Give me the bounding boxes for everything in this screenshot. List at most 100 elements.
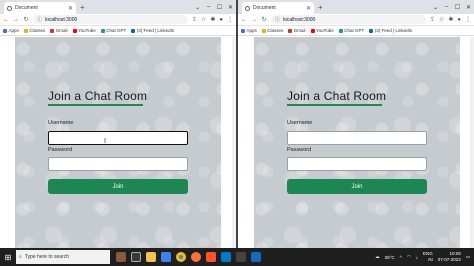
- linkedin-icon: [131, 28, 136, 33]
- extensions-icon[interactable]: ✱: [210, 16, 215, 23]
- new-tab-icon[interactable]: +: [318, 2, 323, 14]
- browser-window-left: Document ✕ + ⌄ – ☐ ✕ ← → ↻ ⓘ localhost:3…: [0, 0, 236, 248]
- apps-icon: [241, 28, 245, 33]
- terminal-icon[interactable]: [236, 252, 246, 262]
- file-explorer-icon[interactable]: [146, 252, 156, 262]
- text-cursor-icon: I: [104, 138, 106, 145]
- tab-strip: Document ✕ + ⌄ – ☐ ✕: [238, 0, 474, 14]
- pinned-apps: [116, 252, 261, 262]
- share-icon[interactable]: ⇪: [430, 16, 435, 23]
- bookmark-label: YouTube: [316, 28, 334, 33]
- bookmarks-bar: Apps Classes Gmail YouTube Chat GPT (3) …: [0, 26, 236, 36]
- region-text: IN: [428, 257, 433, 262]
- mail-icon[interactable]: [251, 252, 261, 262]
- firefox-icon[interactable]: [191, 252, 201, 262]
- bookmark-classes[interactable]: Classes: [23, 28, 46, 33]
- info-icon[interactable]: ⓘ: [275, 16, 280, 23]
- forward-icon[interactable]: →: [251, 17, 257, 23]
- forward-icon[interactable]: →: [13, 17, 19, 23]
- password-input[interactable]: [48, 157, 188, 171]
- username-input[interactable]: [287, 131, 427, 145]
- taskbar-search[interactable]: ⌕ Type here to search: [16, 250, 110, 264]
- address-bar[interactable]: ⓘ localhost:3000: [271, 15, 426, 24]
- chevron-down-icon[interactable]: ⌄: [192, 0, 203, 14]
- youtube-icon: [310, 28, 315, 33]
- chrome-icon[interactable]: [176, 252, 186, 262]
- windows-start-icon[interactable]: ⊞: [0, 248, 16, 266]
- bookmark-youtube[interactable]: YouTube: [72, 28, 96, 33]
- notification-icon[interactable]: ▭: [466, 254, 470, 260]
- window-controls: ⌄ – ☐ ✕: [192, 0, 236, 14]
- bookmark-classes[interactable]: Classes: [261, 28, 283, 33]
- bookmark-apps[interactable]: Apps: [3, 28, 19, 33]
- join-button[interactable]: Join: [287, 179, 427, 194]
- bookmark-apps[interactable]: Apps: [241, 28, 257, 33]
- browser-toolbar: ← → ↻ ⓘ localhost:3000 ⇪ ☆ ✱ ● ⋮: [238, 14, 474, 26]
- bookmark-gmail[interactable]: Gmail: [288, 28, 306, 33]
- browser-tab[interactable]: Document ✕: [4, 2, 76, 14]
- back-icon[interactable]: ←: [3, 17, 9, 23]
- share-icon[interactable]: ⇪: [192, 16, 197, 23]
- close-icon[interactable]: ✕: [463, 0, 474, 14]
- scrollbar[interactable]: [470, 37, 474, 248]
- taskbar: ⊞ ⌕ Type here to search ☁ 26°C ^ ◠ ♪ ENG: [0, 248, 474, 266]
- speaker-icon[interactable]: ♪: [416, 255, 418, 260]
- bookmarks-bar: Apps Classes Gmail YouTube Chat GPT (3) …: [238, 26, 474, 36]
- wifi-icon[interactable]: ◠: [407, 254, 411, 260]
- bookmark-label: Chat GPT: [344, 28, 365, 33]
- task-view-icon[interactable]: [131, 252, 141, 262]
- bookmark-chatgpt[interactable]: Chat GPT: [100, 28, 126, 33]
- tray-arrow-icon[interactable]: ^: [400, 255, 402, 260]
- bookmark-linkedin[interactable]: (3) Feed | LinkedIn: [369, 28, 412, 33]
- classes-icon: [261, 28, 266, 33]
- page-title: Join a Chat Room: [287, 89, 387, 103]
- bookmark-linkedin[interactable]: (3) Feed | LinkedIn: [131, 28, 174, 33]
- store-icon[interactable]: [161, 252, 171, 262]
- maximize-icon[interactable]: ☐: [452, 0, 463, 14]
- username-label: Username: [48, 120, 74, 126]
- clock[interactable]: 10:08 07-07-2023: [438, 251, 461, 263]
- profile-icon[interactable]: ●: [457, 17, 461, 23]
- language-indicator[interactable]: ENG IN: [423, 251, 433, 263]
- reload-icon[interactable]: ↻: [261, 16, 267, 23]
- close-icon[interactable]: ✕: [225, 0, 236, 14]
- password-input[interactable]: [287, 157, 427, 171]
- extensions-icon[interactable]: ✱: [448, 16, 453, 23]
- reload-icon[interactable]: ↻: [23, 16, 29, 23]
- menu-icon[interactable]: ⋮: [227, 16, 233, 23]
- cortana-icon[interactable]: [116, 252, 126, 262]
- browser-window-right: Document ✕ + ⌄ – ☐ ✕ ← → ↻ ⓘ localhost:3…: [238, 0, 474, 248]
- page-title: Join a Chat Room: [48, 89, 148, 103]
- join-button[interactable]: Join: [48, 179, 188, 194]
- bookmark-chatgpt[interactable]: Chat GPT: [338, 28, 365, 33]
- star-icon[interactable]: ☆: [201, 16, 206, 23]
- back-icon[interactable]: ←: [241, 17, 247, 23]
- globe-icon: [7, 5, 12, 11]
- search-placeholder: Type here to search: [24, 254, 70, 260]
- bookmark-label: Classes: [29, 28, 46, 33]
- bookmark-gmail[interactable]: Gmail: [50, 28, 68, 33]
- tab-title: Document: [253, 5, 276, 11]
- bookmark-youtube[interactable]: YouTube: [310, 28, 334, 33]
- chevron-down-icon[interactable]: ⌄: [430, 0, 441, 14]
- info-icon[interactable]: ⓘ: [37, 16, 42, 23]
- brave-icon[interactable]: [206, 252, 216, 262]
- apps-icon: [3, 28, 7, 33]
- weather-icon[interactable]: ☁: [375, 254, 380, 260]
- star-icon[interactable]: ☆: [439, 16, 444, 23]
- page-viewport: Join a Chat Room Username Password Join …: [0, 37, 236, 248]
- maximize-icon[interactable]: ☐: [214, 0, 225, 14]
- browser-tab[interactable]: Document ✕: [242, 2, 314, 14]
- close-tab-icon[interactable]: ✕: [68, 5, 73, 12]
- vscode-icon[interactable]: [221, 252, 231, 262]
- username-input[interactable]: [48, 131, 188, 145]
- new-tab-icon[interactable]: +: [80, 2, 85, 14]
- url-text: localhost:3000: [283, 16, 316, 23]
- close-tab-icon[interactable]: ✕: [306, 5, 311, 12]
- profile-icon[interactable]: ●: [219, 17, 223, 23]
- menu-icon[interactable]: ⋮: [465, 16, 471, 23]
- weather-temp[interactable]: 26°C: [385, 255, 395, 260]
- minimize-icon[interactable]: –: [441, 0, 452, 14]
- minimize-icon[interactable]: –: [203, 0, 214, 14]
- address-bar[interactable]: ⓘ localhost:3000: [33, 15, 188, 24]
